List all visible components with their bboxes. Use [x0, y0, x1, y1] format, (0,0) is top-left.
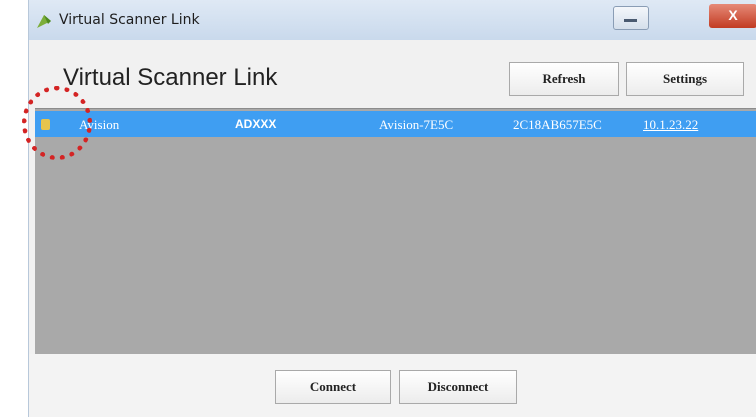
- device-hostname: Avision-7E5C: [379, 117, 454, 132]
- device-id: 2C18AB657E5C: [513, 117, 602, 132]
- connect-button[interactable]: Connect: [275, 370, 391, 404]
- refresh-button[interactable]: Refresh: [509, 62, 619, 96]
- disconnect-button[interactable]: Disconnect: [399, 370, 517, 404]
- device-list[interactable]: Avision ADXXX Avision-7E5C 2C18AB657E5C …: [35, 108, 756, 355]
- minimize-button[interactable]: [613, 6, 649, 30]
- settings-button[interactable]: Settings: [626, 62, 744, 96]
- title-bar[interactable]: Virtual Scanner Link X: [29, 0, 756, 40]
- app-window: Virtual Scanner Link X Virtual Scanner L…: [28, 0, 756, 417]
- close-button[interactable]: X: [709, 4, 756, 28]
- device-name: Avision: [79, 117, 120, 132]
- action-bar: Connect Disconnect: [29, 354, 756, 417]
- scanner-device-icon: [41, 119, 50, 130]
- app-logo-icon: [37, 15, 51, 28]
- page-title: Virtual Scanner Link: [63, 64, 278, 91]
- window-title: Virtual Scanner Link: [59, 12, 200, 28]
- device-model: ADXXX: [235, 117, 277, 131]
- device-ip-link[interactable]: 10.1.23.22: [643, 117, 698, 133]
- device-row[interactable]: Avision ADXXX Avision-7E5C 2C18AB657E5C …: [35, 111, 756, 137]
